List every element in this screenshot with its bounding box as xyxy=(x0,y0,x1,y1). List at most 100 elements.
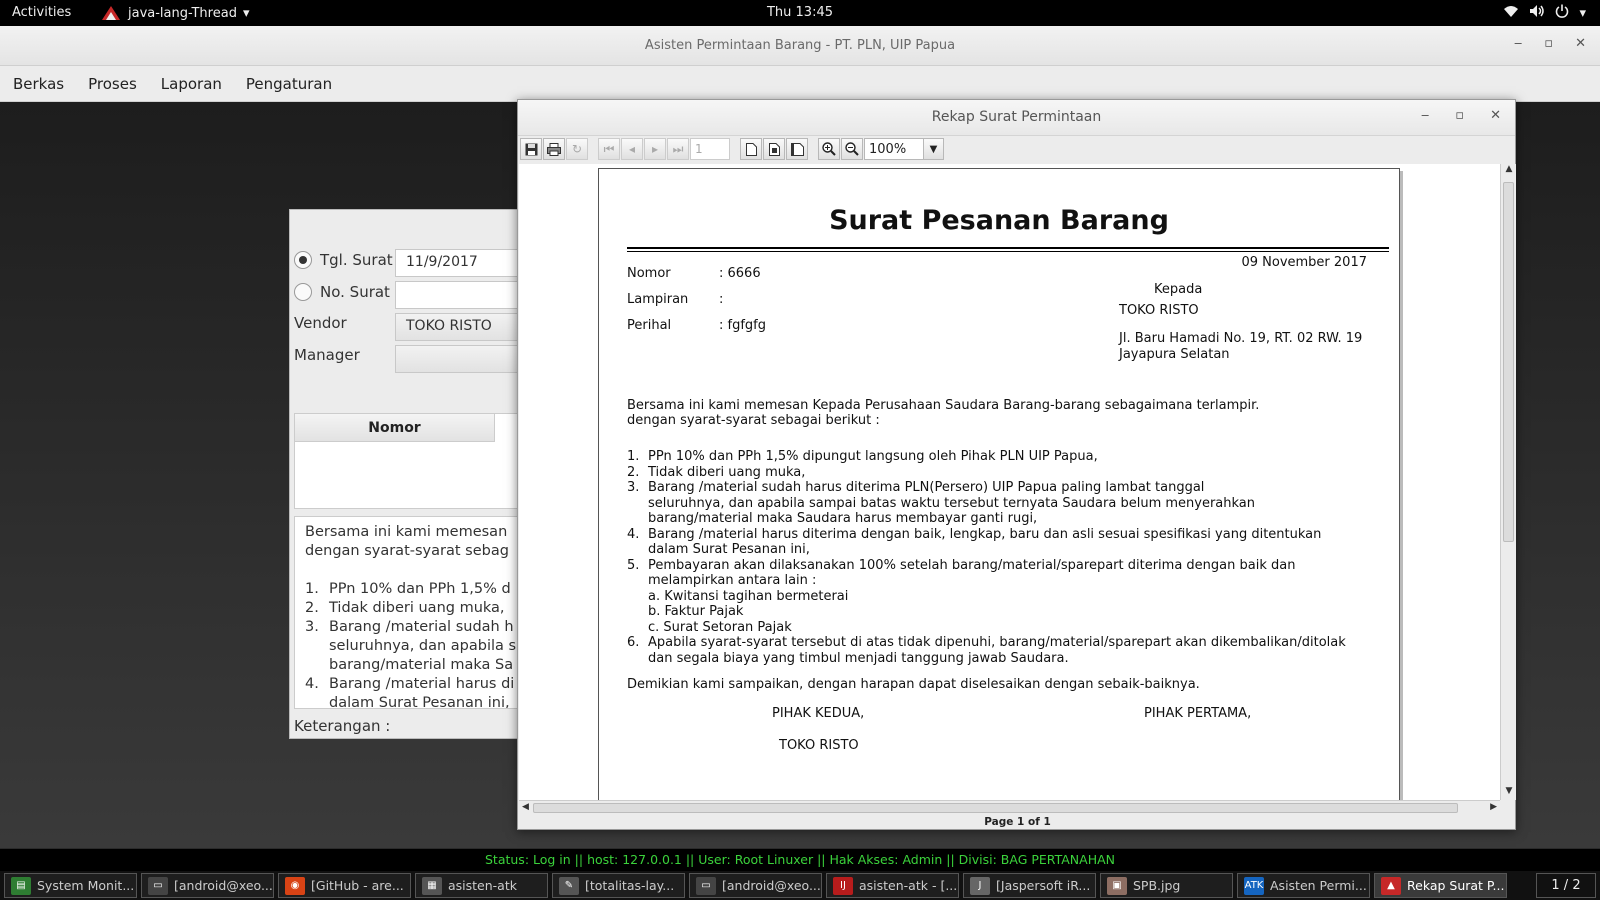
taskbar-item-label: asisten-atk xyxy=(448,878,517,893)
horizontal-scrollbar[interactable]: ◀ ▶ xyxy=(519,800,1500,815)
chevron-down-icon[interactable]: ▼ xyxy=(923,139,943,159)
manager-label: Manager xyxy=(294,346,360,364)
workspace-pager[interactable]: 1 / 2 xyxy=(1536,873,1596,898)
no-surat-field[interactable] xyxy=(395,281,530,309)
terminal-icon: ▭ xyxy=(148,876,168,895)
activities-button[interactable]: Activities xyxy=(12,5,71,20)
terms-textarea[interactable]: Bersama ini kami memesan dengan syarat-s… xyxy=(294,516,530,709)
recipient-address-line: Jl. Baru Hamadi No. 19, RT. 02 RW. 19 xyxy=(1119,331,1363,346)
terminal-icon: ▭ xyxy=(696,876,716,895)
taskbar-item-label: System Monit... xyxy=(37,878,135,893)
taskbar-item[interactable]: ▤ System Monit... xyxy=(4,873,137,898)
menu-laporan[interactable]: Laporan xyxy=(161,75,222,93)
zoom-in-icon[interactable] xyxy=(818,138,840,160)
atk-icon: ATK xyxy=(1244,876,1264,895)
terms-item-line: c. Surat Setoran Pajak xyxy=(648,619,792,635)
last-page-icon[interactable]: ⏭ xyxy=(667,138,689,160)
report-viewport[interactable]: Surat Pesanan Barang 09 November 2017 No… xyxy=(519,164,1500,800)
close-button[interactable]: ✕ xyxy=(1490,108,1501,123)
maximize-button[interactable]: ▫ xyxy=(1455,108,1464,123)
taskbar: ▤ System Monit... ▭ [android@xeo... ◉ [GitHub… xyxy=(0,871,1600,900)
terms-list-item: 3. Barang /material sudah harus diterima … xyxy=(627,480,1346,527)
taskbar-item[interactable]: ◉ [GitHub - are... xyxy=(278,873,411,898)
viewer-titlebar[interactable]: Rekap Surat Permintaan ‒ ▫ ✕ xyxy=(518,100,1515,136)
fit-page-icon[interactable] xyxy=(763,138,785,160)
close-button[interactable]: ✕ xyxy=(1575,36,1586,51)
scroll-down-icon[interactable]: ▼ xyxy=(1501,786,1517,800)
tgl-surat-radio[interactable] xyxy=(294,251,312,269)
minimize-button[interactable]: ‒ xyxy=(1514,36,1522,51)
items-table[interactable]: Nomor xyxy=(294,413,530,509)
lampiran-label: Lampiran xyxy=(627,292,689,307)
vendor-select[interactable]: TOKO RISTO xyxy=(395,313,530,341)
next-page-icon[interactable]: ▸ xyxy=(644,138,666,160)
taskbar-item[interactable]: ▲ Rekap Surat P... xyxy=(1374,873,1507,898)
recipient-address-line: Jayapura Selatan xyxy=(1119,347,1230,362)
reload-icon[interactable]: ↻ xyxy=(566,138,588,160)
first-page-icon[interactable]: ⏮ xyxy=(598,138,620,160)
no-surat-option[interactable]: No. Surat xyxy=(294,283,390,301)
scroll-thumb[interactable] xyxy=(533,803,1458,813)
taskbar-item[interactable]: IJ asisten-atk - [... xyxy=(826,873,959,898)
tgl-surat-field[interactable]: 11/9/2017 xyxy=(395,249,530,277)
terms-item-line: melampirkan antara lain : xyxy=(648,573,817,588)
terms-item-line: Apabila syarat-syarat tersebut di atas t… xyxy=(648,635,1346,650)
manager-select[interactable] xyxy=(395,345,530,373)
taskbar-item[interactable]: ✎ [totalitas-lay... xyxy=(552,873,685,898)
clock[interactable]: Thu 13:45 xyxy=(767,5,833,20)
textarea-line: barang/material maka Sa xyxy=(329,657,514,673)
chevron-down-icon: ▾ xyxy=(242,5,250,21)
status-bar: Status: Log in || host: 127.0.0.1 || Use… xyxy=(0,849,1600,871)
vertical-scrollbar[interactable]: ▲ ▼ xyxy=(1500,164,1516,800)
power-icon xyxy=(1555,4,1569,22)
minimize-button[interactable]: ‒ xyxy=(1421,108,1429,123)
zoom-select[interactable]: 100% ▼ xyxy=(864,138,944,160)
actual-size-icon[interactable] xyxy=(740,138,762,160)
no-surat-label: No. Surat xyxy=(320,283,390,301)
save-icon[interactable] xyxy=(520,138,542,160)
maximize-button[interactable]: ▫ xyxy=(1544,36,1553,51)
taskbar-item[interactable]: ▭ [android@xeo... xyxy=(689,873,822,898)
textarea-line: seluruhnya, dan apabila s xyxy=(329,638,517,654)
chevron-down-icon: ▾ xyxy=(1579,5,1586,21)
scroll-thumb[interactable] xyxy=(1503,182,1514,542)
terms-list-item: 1. PPn 10% dan PPh 1,5% dipungut langsung… xyxy=(627,449,1346,465)
menu-pengaturan[interactable]: Pengaturan xyxy=(246,75,332,93)
zoom-out-icon[interactable] xyxy=(841,138,863,160)
taskbar-item-label: [Jaspersoft iR... xyxy=(996,878,1091,893)
taskbar-item[interactable]: ▣ SPB.jpg xyxy=(1100,873,1233,898)
menu-bar: Berkas Proses Laporan Pengaturan xyxy=(0,66,1600,102)
fit-width-icon[interactable] xyxy=(786,138,808,160)
textarea-line: dengan syarat-syarat sebag xyxy=(305,543,509,559)
column-header-nomor[interactable]: Nomor xyxy=(295,414,495,442)
terms-list-item: 4. Barang /material harus diterima dengan… xyxy=(627,527,1346,558)
keterangan-label: Keterangan : xyxy=(294,717,391,735)
main-titlebar[interactable]: Asisten Permintaan Barang - PT. PLN, UIP… xyxy=(0,26,1600,66)
terms-item-line: Pembayaran akan dilaksanakan 100% setela… xyxy=(648,557,1296,573)
taskbar-item[interactable]: ATK Asisten Permi... xyxy=(1237,873,1370,898)
taskbar-item[interactable]: ▭ [android@xeo... xyxy=(141,873,274,898)
menu-proses[interactable]: Proses xyxy=(88,75,137,93)
no-surat-radio[interactable] xyxy=(294,283,312,301)
page-number-input[interactable]: 1 xyxy=(690,138,730,160)
taskbar-item[interactable]: ▦ asisten-atk xyxy=(415,873,548,898)
app-menu[interactable]: java-lang-Thread ▾ xyxy=(100,5,249,21)
tgl-surat-option[interactable]: Tgl. Surat xyxy=(294,251,393,269)
scroll-right-icon[interactable]: ▶ xyxy=(1490,802,1497,812)
title-divider xyxy=(627,247,1389,249)
terms-item-line: PPn 10% dan PPh 1,5% dipungut langsung o… xyxy=(648,449,1098,464)
recipient-name: TOKO RISTO xyxy=(1119,303,1199,318)
viewer-title: Rekap Surat Permintaan xyxy=(931,109,1102,125)
print-icon[interactable] xyxy=(543,138,565,160)
scroll-left-icon[interactable]: ◀ xyxy=(522,802,529,812)
jaspersoft-icon: J xyxy=(970,876,990,895)
system-tray[interactable]: ▾ xyxy=(1503,4,1586,22)
intellij-icon: IJ xyxy=(833,876,853,895)
taskbar-item-label: [android@xeo... xyxy=(722,878,821,893)
textarea-line: Tidak diberi uang muka, xyxy=(329,600,505,616)
scroll-up-icon[interactable]: ▲ xyxy=(1501,164,1517,178)
previous-page-icon[interactable]: ◂ xyxy=(621,138,643,160)
terms-item-line: dalam Surat Pesanan ini, xyxy=(648,542,810,557)
taskbar-item[interactable]: J [Jaspersoft iR... xyxy=(963,873,1096,898)
menu-berkas[interactable]: Berkas xyxy=(13,75,64,93)
